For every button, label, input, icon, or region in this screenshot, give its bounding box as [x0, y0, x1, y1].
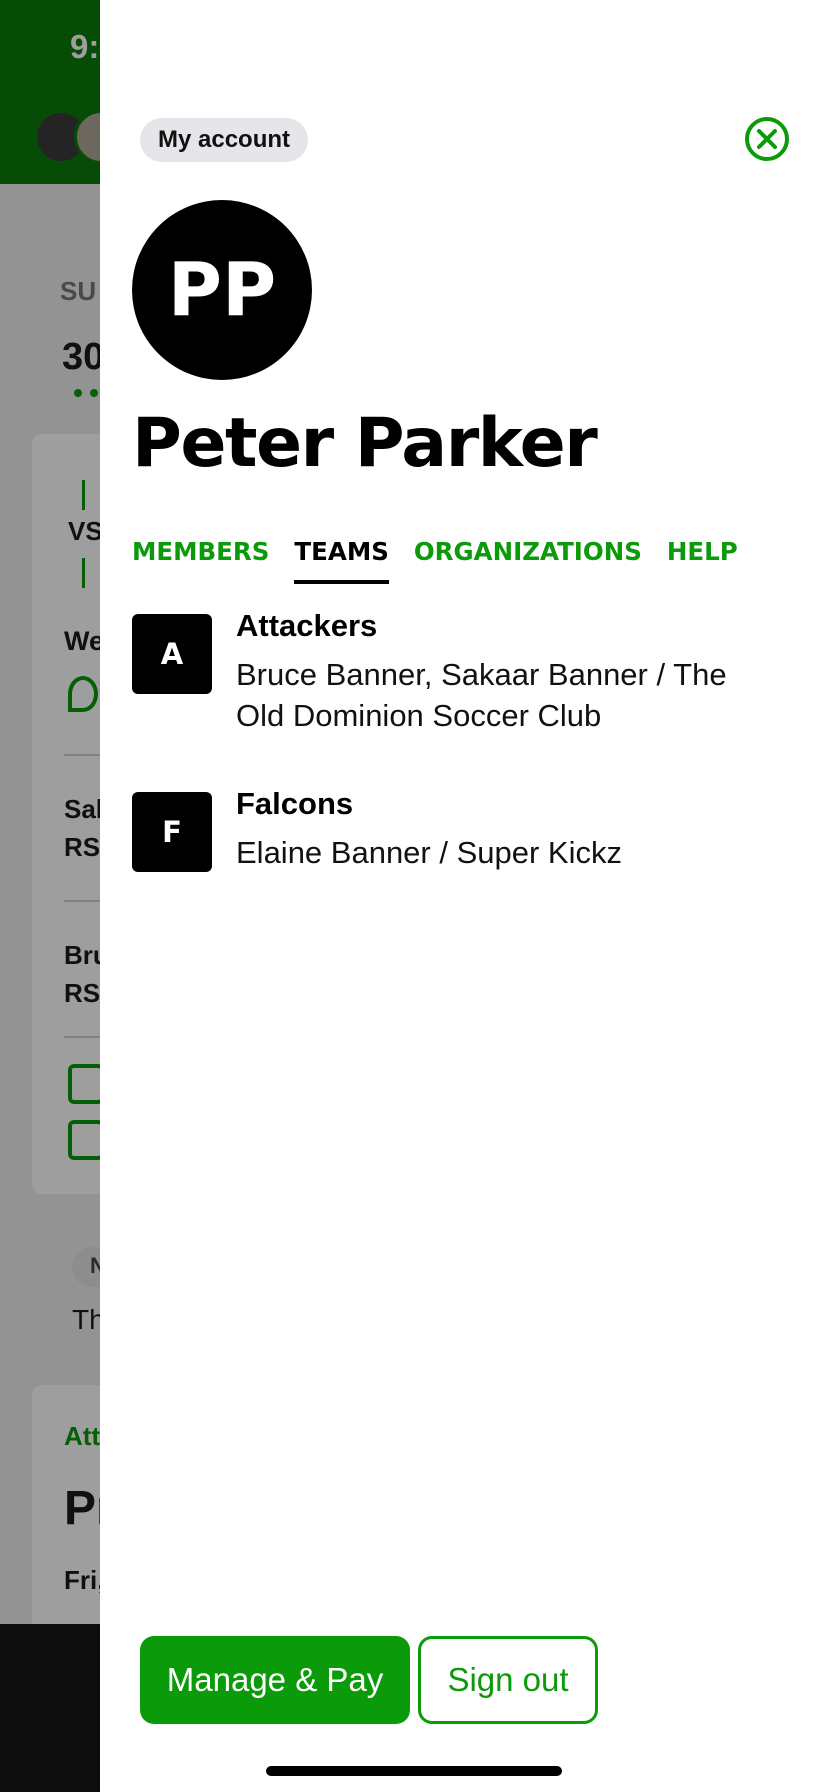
tab-help[interactable]: HELP — [667, 532, 738, 584]
team-item-attackers[interactable]: A Attackers Bruce Banner, Sakaar Banner … — [132, 608, 772, 733]
team-subtitle: Elaine Banner / Super Kickz — [236, 835, 622, 870]
team-name: Attackers — [236, 608, 378, 643]
close-circle-icon — [745, 117, 789, 161]
tab-bar: MEMBERS TEAMS ORGANIZATIONS HELP — [132, 532, 763, 584]
team-item-falcons[interactable]: F Falcons Elaine Banner / Super Kickz — [132, 786, 772, 882]
my-account-label: My account — [140, 118, 309, 162]
account-drawer: My account PP Peter Parker MEMBERS TEAMS… — [100, 0, 828, 1792]
user-name: Peter Parker — [132, 404, 598, 483]
team-name: Falcons — [236, 786, 354, 821]
tab-members[interactable]: MEMBERS — [132, 532, 269, 584]
avatar: PP — [132, 200, 312, 380]
manage-pay-button[interactable]: Manage & Pay — [140, 1636, 410, 1724]
team-subtitle: Bruce Banner, Sakaar Banner / The Old Do… — [236, 657, 727, 733]
home-indicator — [266, 1766, 562, 1776]
team-badge: A — [132, 614, 212, 694]
team-badge: F — [132, 792, 212, 872]
sign-out-button[interactable]: Sign out — [418, 1636, 598, 1724]
tab-organizations[interactable]: ORGANIZATIONS — [414, 532, 642, 584]
close-button[interactable] — [743, 115, 791, 163]
tab-teams[interactable]: TEAMS — [294, 532, 389, 584]
